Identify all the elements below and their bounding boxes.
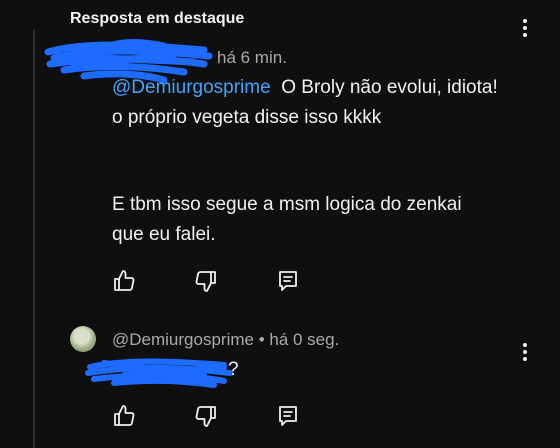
comment-text-continued: E tbm isso segue a msm logica do zenkai … [112, 190, 462, 250]
comment-actions [112, 269, 300, 293]
comment-line: E tbm isso segue a msm logica do zenkai [112, 194, 462, 215]
thumbs-down-icon[interactable] [194, 404, 218, 428]
redacted-text-scribble [85, 358, 233, 388]
avatar[interactable] [70, 326, 96, 352]
mention-link[interactable]: @Demiurgosprime [112, 77, 271, 98]
thumbs-up-icon[interactable] [112, 404, 136, 428]
comment-line: O Broly não evolui, idiota! [281, 77, 498, 98]
reply-meta: @Demiurgosprime • há 0 seg. [112, 330, 340, 349]
reply-icon[interactable] [276, 404, 300, 428]
reply-text: ? [228, 359, 239, 380]
more-vert-icon[interactable] [515, 340, 535, 364]
thumbs-up-icon[interactable] [112, 269, 136, 293]
section-title: Resposta em destaque [70, 10, 245, 27]
reply-actions [112, 404, 300, 428]
reply-icon[interactable] [276, 269, 300, 293]
comment-text: @Demiurgosprime O Broly não evolui, idio… [112, 73, 498, 133]
reply-author[interactable]: @Demiurgosprime [112, 330, 254, 349]
more-vert-icon[interactable] [515, 16, 535, 40]
reply-timestamp: há 0 seg. [269, 330, 340, 349]
comment-timestamp: há 6 min. [217, 48, 287, 67]
thread-line [33, 30, 35, 448]
comment-line: que eu falei. [112, 224, 216, 245]
comment-line: o próprio vegeta disse isso kkkk [112, 107, 382, 128]
thumbs-down-icon[interactable] [194, 269, 218, 293]
